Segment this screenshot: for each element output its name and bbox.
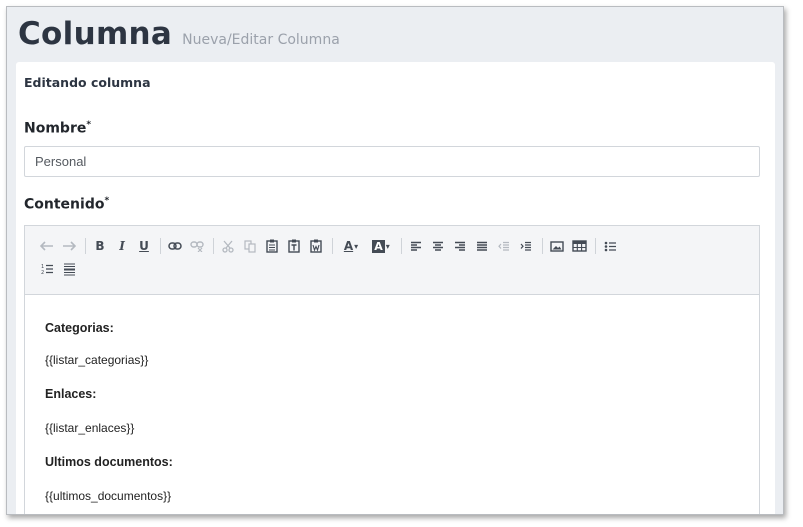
chevron-down-icon: ▾	[354, 241, 359, 251]
cut-icon[interactable]	[218, 236, 238, 256]
toolbar-separator	[332, 238, 333, 254]
page-header: Columna Nueva/Editar Columna	[18, 16, 340, 52]
toolbar-separator	[595, 238, 596, 254]
copy-icon[interactable]	[240, 236, 260, 256]
edit-card: Editando columna Nombre* Personal Conten…	[16, 62, 775, 514]
nombre-label: Nombre*	[24, 120, 91, 137]
paste-icon[interactable]	[262, 236, 282, 256]
indent-icon[interactable]	[516, 236, 536, 256]
align-center-icon[interactable]	[428, 236, 448, 256]
toolbar-row: B I U A ▾ A ▾	[37, 236, 622, 256]
contenido-label-text: Contenido	[24, 196, 105, 213]
align-justify-icon[interactable]	[472, 236, 492, 256]
toolbar-separator	[85, 238, 86, 254]
page-title: Columna	[18, 16, 173, 52]
content-placeholder-categorias: {{listar_categorias}}	[45, 353, 149, 367]
underline-icon[interactable]: U	[134, 236, 154, 256]
numbered-list-icon[interactable]: 12	[37, 259, 57, 279]
outdent-icon[interactable]	[494, 236, 514, 256]
content-heading-enlaces: Enlaces:	[45, 387, 97, 401]
svg-text:2: 2	[41, 270, 44, 275]
text-color-icon[interactable]: A ▾	[337, 236, 365, 256]
italic-icon[interactable]: I	[112, 236, 132, 256]
required-mark: *	[86, 120, 92, 130]
bg-color-glyph: A	[372, 239, 385, 253]
content-heading-documentos: Ultimos documentos:	[45, 455, 173, 469]
toolbar-separator	[213, 238, 214, 254]
redo-icon[interactable]	[59, 236, 79, 256]
table-icon[interactable]	[569, 236, 589, 256]
unlink-icon[interactable]	[187, 236, 207, 256]
align-right-icon[interactable]	[450, 236, 470, 256]
chevron-down-icon: ▾	[385, 241, 390, 251]
window-frame: Columna Nueva/Editar Columna Editando co…	[6, 6, 784, 515]
horizontal-rule-icon[interactable]	[59, 259, 79, 279]
toolbar-separator	[160, 238, 161, 254]
bullet-list-icon[interactable]	[600, 236, 620, 256]
rich-text-editor[interactable]: B I U A ▾ A ▾ 1 2 Categorias: {{listar_c…	[24, 225, 760, 514]
page-subtitle: Nueva/Editar Columna	[182, 32, 340, 48]
background-color-icon[interactable]: A ▾	[367, 236, 395, 256]
link-icon[interactable]	[165, 236, 185, 256]
toolbar-separator	[401, 238, 402, 254]
required-mark: *	[104, 196, 110, 206]
paste-text-icon[interactable]	[284, 236, 304, 256]
content-placeholder-enlaces: {{listar_enlaces}}	[45, 421, 135, 435]
toolbar-row: 12	[37, 259, 81, 279]
paste-word-icon[interactable]	[306, 236, 326, 256]
nombre-label-text: Nombre	[24, 120, 87, 137]
align-left-icon[interactable]	[406, 236, 426, 256]
card-heading: Editando columna	[24, 75, 151, 90]
editor-toolbar: B I U A ▾ A ▾ 1 2	[25, 226, 759, 295]
bold-icon[interactable]: B	[90, 236, 110, 256]
content-placeholder-documentos: {{ultimos_documentos}}	[45, 489, 172, 503]
content-heading-categorias: Categorias:	[45, 321, 114, 335]
text-color-glyph: A	[343, 239, 354, 253]
contenido-label: Contenido*	[24, 196, 109, 213]
undo-icon[interactable]	[37, 236, 57, 256]
image-icon[interactable]	[547, 236, 567, 256]
nombre-input[interactable]: Personal	[24, 146, 760, 177]
toolbar-separator	[542, 238, 543, 254]
